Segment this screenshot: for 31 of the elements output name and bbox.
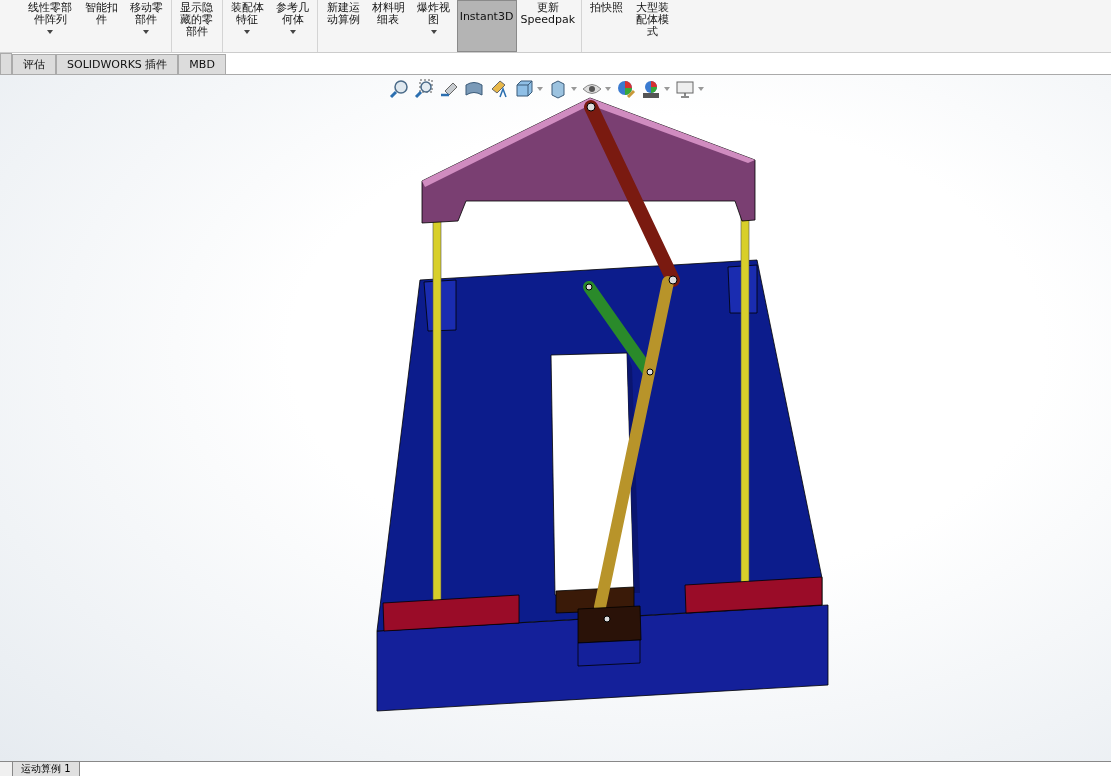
ribbon-button[interactable]: 移动零部件 [123, 0, 170, 52]
ribbon-button[interactable]: 智能扣件 [78, 0, 124, 52]
dynamic-annotation-icon[interactable] [489, 79, 509, 99]
ribbon-button[interactable]: 更新Speedpak [516, 0, 580, 52]
ribbon-button[interactable]: 线性零部件阵列 [22, 0, 79, 52]
ribbon-button[interactable]: 参考几何体 [269, 0, 316, 52]
monitor-icon[interactable] [675, 79, 695, 99]
section-view-icon[interactable] [464, 79, 484, 99]
command-tab[interactable]: MBD [178, 54, 226, 74]
command-tab[interactable]: 评估 [12, 54, 56, 74]
ribbon-button[interactable]: 大型装配体模式 [629, 0, 675, 52]
ribbon-button[interactable]: 拍快照 [584, 0, 630, 52]
ribbon-button[interactable]: 显示隐藏的零部件 [174, 0, 220, 52]
ribbon-button[interactable]: 装配体特征 [224, 0, 270, 52]
zoom-area-icon[interactable] [414, 79, 434, 99]
zoom-to-fit-icon[interactable] [389, 79, 409, 99]
caret-icon[interactable] [537, 87, 543, 91]
caret-icon[interactable] [698, 87, 704, 91]
ribbon-button[interactable]: Instant3D [456, 0, 517, 52]
ribbon-button[interactable]: 爆炸视图 [411, 0, 457, 52]
caret-icon[interactable] [664, 87, 670, 91]
caret-icon[interactable] [571, 87, 577, 91]
edit-appearance-icon[interactable] [616, 79, 636, 99]
ribbon-button[interactable]: 材料明细表 [365, 0, 412, 52]
scene-icon[interactable] [641, 79, 661, 99]
caret-icon[interactable] [605, 87, 611, 91]
view-orientation-icon[interactable] [514, 79, 534, 99]
ribbon-button[interactable]: 新建运动算例 [320, 0, 366, 52]
bottom-tab[interactable] [0, 762, 13, 776]
command-tab[interactable]: SOLIDWORKS 插件 [56, 54, 179, 74]
bottom-tab[interactable]: 运动算例 1 [13, 762, 80, 776]
